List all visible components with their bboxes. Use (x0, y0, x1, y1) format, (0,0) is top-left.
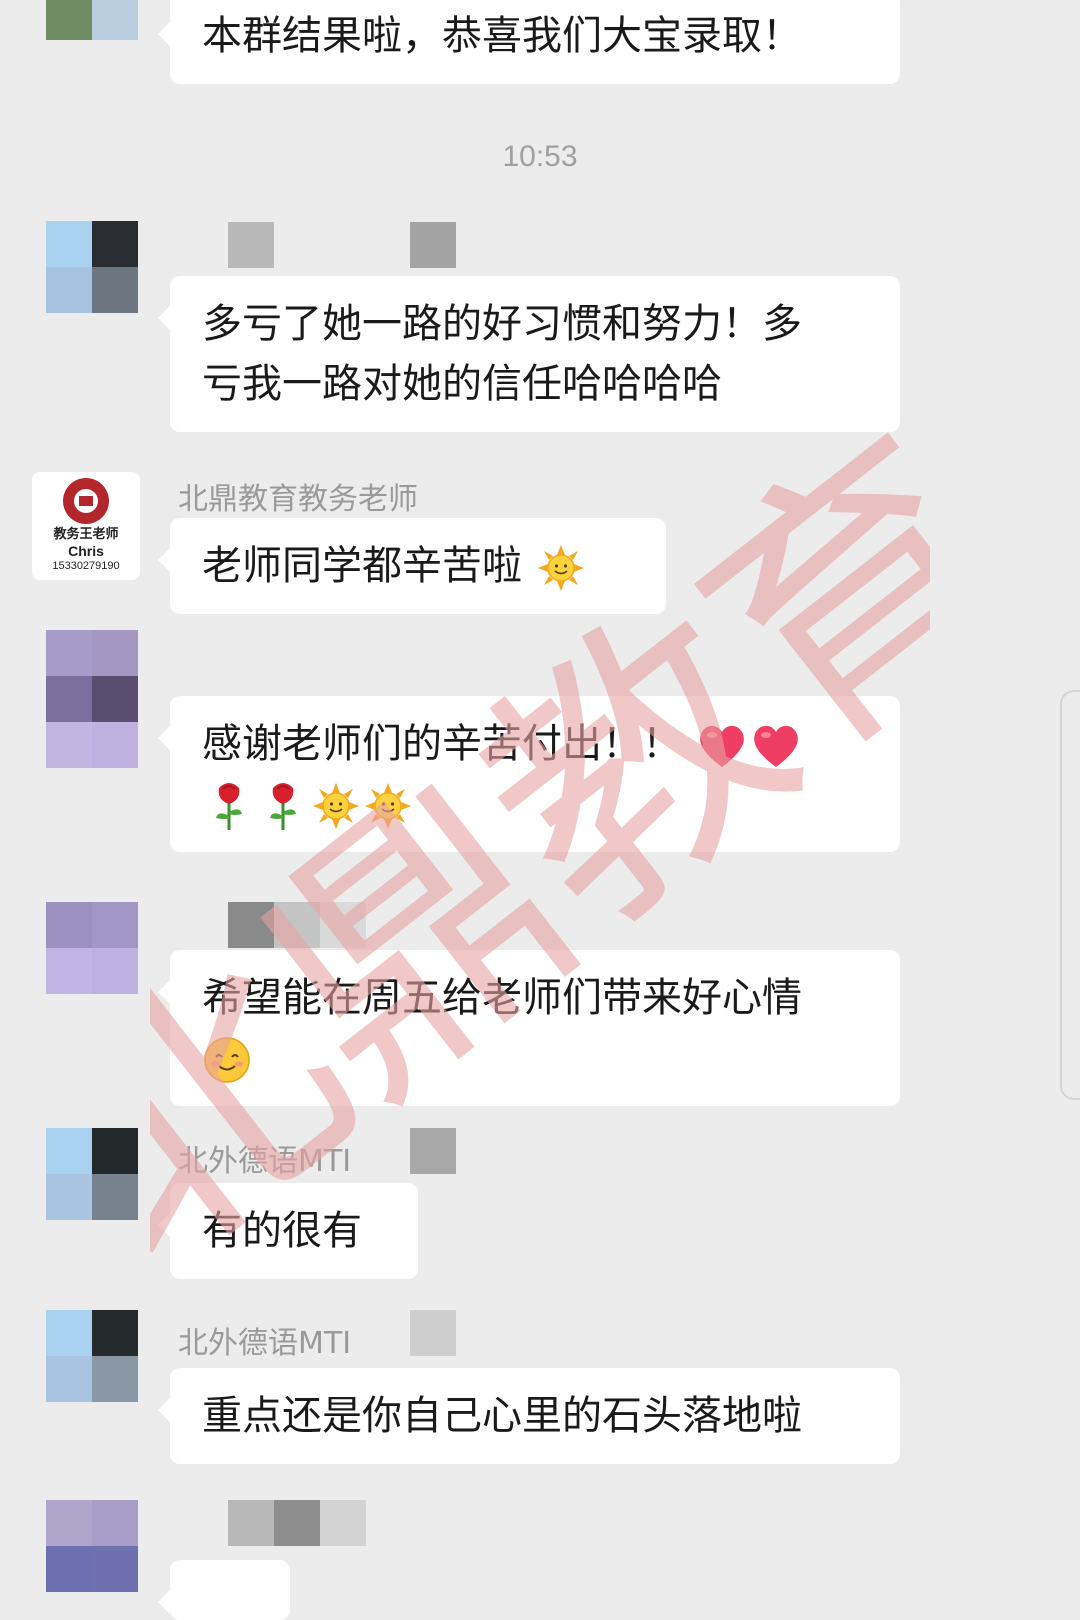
message-emoji-line (202, 1028, 868, 1088)
chat-message-list[interactable]: 本群结果啦，恭喜我们大宝录取！ 10:53 多亏了她一路的好习惯和努力！多 亏我… (0, 0, 1080, 1620)
avatar-blurred[interactable] (46, 0, 138, 40)
message-text-line: 感谢老师们的辛苦付出！！ (202, 714, 868, 774)
message-bubble[interactable] (158, 1560, 290, 1620)
sender-name-blurred (274, 1500, 320, 1546)
message-text: 感谢老师们的辛苦付出！！ (202, 721, 682, 767)
avatar-blurred[interactable] (46, 1310, 138, 1402)
sender-name-blurred (320, 902, 366, 948)
message-bubble[interactable]: 希望能在周五给老师们带来好心情 (158, 950, 900, 1106)
rose-emoji-icon (206, 780, 252, 832)
sun-emoji-icon (537, 545, 584, 591)
avatar-caption: 15330279190 (52, 560, 120, 572)
avatar-blurred[interactable] (46, 1500, 138, 1592)
message-timestamp: 10:53 (502, 140, 578, 173)
avatar-caption: Chris (68, 543, 104, 559)
sender-name-blurred (228, 1500, 274, 1546)
message-text-line: 亏我一路对她的信任哈哈哈哈 (202, 361, 722, 407)
message-emoji-line (202, 774, 868, 834)
message-text-line: 多亏了她一路的好习惯和努力！多 (202, 301, 802, 347)
message-text: 重点还是你自己心里的石头落地啦 (202, 1393, 802, 1439)
avatar-blurred[interactable] (46, 630, 138, 768)
school-seal-icon (63, 478, 109, 524)
message-bubble[interactable]: 感谢老师们的辛苦付出！！ (158, 696, 900, 852)
message-bubble[interactable]: 本群结果啦，恭喜我们大宝录取！ (158, 0, 900, 84)
message-text: 老师同学都辛苦啦 (202, 543, 522, 589)
message-bubble[interactable]: 重点还是你自己心里的石头落地啦 (158, 1368, 900, 1464)
avatar-caption: 教务王老师 (53, 527, 119, 542)
message-bubble[interactable]: 多亏了她一路的好习惯和努力！多 亏我一路对她的信任哈哈哈哈 (158, 276, 900, 432)
teacher-avatar[interactable]: 教务王老师 Chris 15330279190 (32, 472, 140, 580)
heart-emoji-icon (751, 723, 801, 769)
message-bubble[interactable]: 有的很有 (158, 1183, 418, 1279)
avatar-blurred[interactable] (46, 1128, 138, 1220)
heart-emoji-icon (697, 723, 747, 769)
sender-name: 北外德语MTI (178, 1326, 352, 1361)
scroll-handle[interactable] (1060, 690, 1080, 1100)
sender-name-blurred (320, 1500, 366, 1546)
sender-name: 北鼎教育教务老师 (178, 482, 418, 517)
avatar-blurred[interactable] (46, 221, 138, 313)
rose-emoji-icon (260, 780, 306, 832)
message-bubble[interactable]: 老师同学都辛苦啦 (158, 518, 666, 614)
message-text-line: 希望能在周五给老师们带来好心情 (202, 975, 802, 1021)
sender-name-blurred (228, 222, 274, 268)
sun-emoji-icon (365, 783, 411, 829)
sender-name-blurred (410, 1128, 456, 1174)
sender-name-blurred (410, 1310, 456, 1356)
avatar-blurred[interactable] (46, 902, 138, 994)
blush-smile-emoji-icon (202, 1035, 252, 1085)
message-text: 本群结果啦，恭喜我们大宝录取！ (202, 13, 802, 59)
message-text: 有的很有 (202, 1208, 362, 1254)
sender-name: 北外德语MTI (178, 1144, 352, 1179)
sun-emoji-icon (313, 783, 359, 829)
sender-name-blurred (274, 902, 320, 948)
sender-name-blurred (410, 222, 456, 268)
sender-name-blurred (228, 902, 274, 948)
